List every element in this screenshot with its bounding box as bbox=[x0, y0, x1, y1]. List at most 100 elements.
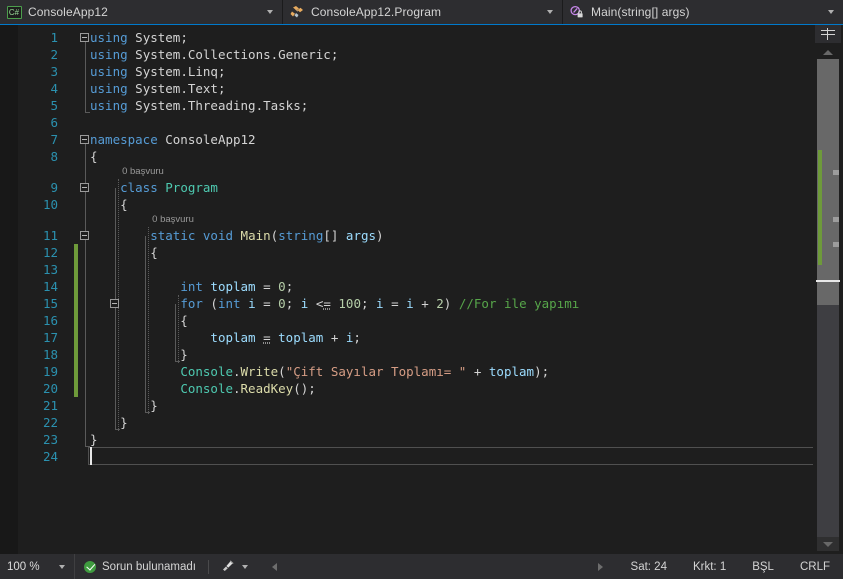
line-number: 8 bbox=[18, 148, 58, 165]
line-content[interactable]: using System.Threading.Tasks; bbox=[90, 97, 308, 114]
line-number: 22 bbox=[18, 414, 58, 431]
line-number: 23 bbox=[18, 431, 58, 448]
triangle-left-icon[interactable] bbox=[272, 563, 277, 571]
vertical-scrollbar-column[interactable] bbox=[813, 25, 843, 554]
line-content[interactable]: } bbox=[90, 414, 128, 431]
line-number: 24 bbox=[18, 448, 58, 465]
line-number: 16 bbox=[18, 312, 58, 329]
code-line[interactable]: 20 Console.ReadKey(); bbox=[18, 380, 813, 397]
scrollbar-annotation-marker bbox=[833, 242, 839, 247]
code-line[interactable]: 14 int toplam = 0; bbox=[18, 278, 813, 295]
scrollbar-change-marker bbox=[818, 150, 822, 265]
line-content[interactable]: Console.ReadKey(); bbox=[90, 380, 316, 397]
code-line[interactable]: 5 using System.Threading.Tasks; bbox=[18, 97, 813, 114]
line-number: 2 bbox=[18, 46, 58, 63]
line-content[interactable]: { bbox=[90, 312, 188, 329]
line-content[interactable]: } bbox=[90, 397, 158, 414]
line-number: 13 bbox=[18, 261, 58, 278]
chevron-down-icon[interactable] bbox=[823, 10, 839, 14]
csharp-file-icon: C# bbox=[3, 6, 25, 19]
line-content[interactable]: Console.Write("Çift Sayılar Toplamı= " +… bbox=[90, 363, 549, 380]
scrollbar-caret-marker bbox=[816, 280, 840, 282]
method-private-icon bbox=[566, 5, 588, 19]
code-line[interactable]: 23} bbox=[18, 431, 813, 448]
line-content[interactable]: using System; bbox=[90, 29, 188, 46]
line-number: 19 bbox=[18, 363, 58, 380]
line-number: 4 bbox=[18, 80, 58, 97]
line-content[interactable]: using System.Linq; bbox=[90, 63, 225, 80]
chevron-down-icon[interactable] bbox=[262, 10, 278, 14]
scrollbar-annotation-marker bbox=[833, 170, 839, 175]
triangle-right-icon[interactable] bbox=[598, 563, 603, 571]
line-content[interactable]: class Program bbox=[90, 179, 218, 196]
line-content[interactable]: { bbox=[90, 244, 158, 261]
split-view-icon[interactable] bbox=[815, 25, 841, 43]
code-line[interactable]: 8{ bbox=[18, 148, 813, 165]
line-content[interactable]: int toplam = 0; bbox=[90, 278, 293, 295]
line-content[interactable]: { bbox=[90, 196, 128, 213]
line-number: 11 bbox=[18, 227, 58, 244]
source-control-icon[interactable] bbox=[221, 559, 235, 575]
code-line[interactable]: 9 class Program bbox=[18, 179, 813, 196]
code-line[interactable]: 18 } bbox=[18, 346, 813, 363]
insert-mode-label[interactable]: BŞL bbox=[752, 561, 774, 573]
project-dropdown[interactable]: C# ConsoleApp12 bbox=[0, 0, 283, 24]
code-line[interactable]: 13 bbox=[18, 261, 813, 278]
code-line[interactable]: 21 } bbox=[18, 397, 813, 414]
line-content[interactable]: namespace ConsoleApp12 bbox=[90, 131, 256, 148]
type-dropdown[interactable]: ConsoleApp12.Program bbox=[283, 0, 563, 24]
type-dropdown-label: ConsoleApp12.Program bbox=[308, 5, 542, 19]
line-ending-label[interactable]: CRLF bbox=[800, 561, 830, 573]
member-dropdown-label: Main(string[] args) bbox=[588, 5, 823, 19]
zoom-level-label: 100 % bbox=[0, 561, 59, 573]
chevron-down-icon[interactable] bbox=[242, 565, 248, 569]
codelens-reference-count[interactable]: 0 başvuru bbox=[152, 213, 194, 227]
line-content[interactable]: } bbox=[90, 431, 98, 448]
code-line[interactable]: 2 using System.Collections.Generic; bbox=[18, 46, 813, 63]
member-dropdown[interactable]: Main(string[] args) bbox=[563, 0, 843, 24]
code-line[interactable]: 4 using System.Text; bbox=[18, 80, 813, 97]
chevron-down-icon[interactable] bbox=[542, 10, 558, 14]
line-number: 15 bbox=[18, 295, 58, 312]
scroll-up-arrow-icon[interactable] bbox=[817, 45, 839, 59]
line-number: 5 bbox=[18, 97, 58, 114]
code-surface[interactable]: 1 using System; 2 using System.Collections.… bbox=[18, 25, 813, 554]
project-dropdown-label: ConsoleApp12 bbox=[25, 5, 262, 19]
line-number: 1 bbox=[18, 29, 58, 46]
code-line[interactable]: 7namespace ConsoleApp12 bbox=[18, 131, 813, 148]
status-bar-right: Sat: 24 Krkt: 1 BŞL CRLF bbox=[598, 561, 843, 573]
line-content[interactable]: } bbox=[90, 346, 188, 363]
caret-column-label: Krkt: 1 bbox=[693, 561, 726, 573]
code-line[interactable]: 22 } bbox=[18, 414, 813, 431]
line-content[interactable]: toplam = toplam + i; bbox=[90, 329, 361, 346]
breakpoint-margin[interactable] bbox=[0, 25, 18, 554]
caret-line-label: Sat: 24 bbox=[631, 561, 667, 573]
build-status: Sorun bulunamadı bbox=[84, 561, 196, 573]
code-line[interactable]: 19 Console.Write("Çift Sayılar Toplamı= … bbox=[18, 363, 813, 380]
line-number: 17 bbox=[18, 329, 58, 346]
code-line[interactable]: 15 for (int i = 0; i <= 100; i = i + 2) … bbox=[18, 295, 813, 312]
line-number: 12 bbox=[18, 244, 58, 261]
code-line[interactable]: 10 { bbox=[18, 196, 813, 213]
line-number: 20 bbox=[18, 380, 58, 397]
code-line[interactable]: 1 using System; bbox=[18, 29, 813, 46]
chevron-down-icon[interactable] bbox=[59, 565, 65, 569]
code-line[interactable]: 3using System.Linq; bbox=[18, 63, 813, 80]
code-line[interactable]: 6 bbox=[18, 114, 813, 131]
code-line[interactable]: 17 toplam = toplam + i; bbox=[18, 329, 813, 346]
code-editor[interactable]: 1 using System; 2 using System.Collections.… bbox=[0, 25, 843, 554]
line-number: 10 bbox=[18, 196, 58, 213]
code-line[interactable]: 16 { bbox=[18, 312, 813, 329]
line-number: 21 bbox=[18, 397, 58, 414]
line-content[interactable]: using System.Collections.Generic; bbox=[90, 46, 338, 63]
line-content[interactable]: static void Main(string[] args) bbox=[90, 227, 384, 244]
line-content[interactable]: using System.Text; bbox=[90, 80, 225, 97]
line-content[interactable]: for (int i = 0; i <= 100; i = i + 2) //F… bbox=[90, 295, 579, 312]
codelens-reference-count[interactable]: 0 başvuru bbox=[122, 165, 164, 179]
code-line[interactable]: 12 { bbox=[18, 244, 813, 261]
scroll-down-arrow-icon[interactable] bbox=[817, 537, 839, 551]
code-line[interactable]: 11 static void Main(string[] args) bbox=[18, 227, 813, 244]
line-content[interactable]: { bbox=[90, 148, 98, 165]
code-line[interactable]: 24 bbox=[18, 448, 813, 465]
zoom-level-control[interactable]: 100 % bbox=[0, 554, 75, 579]
